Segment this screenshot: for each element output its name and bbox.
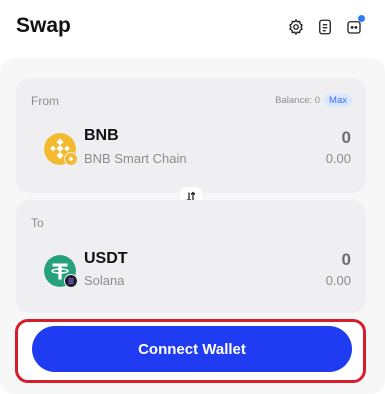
from-chain-name: BNB Smart Chain — [84, 151, 187, 166]
to-amount: 0 — [341, 250, 351, 269]
history-button[interactable] — [315, 17, 335, 37]
notification-dot — [358, 15, 365, 22]
header: Swap — [0, 0, 385, 56]
from-label: From — [31, 94, 59, 108]
settings-button[interactable] — [286, 17, 306, 37]
to-token-symbol[interactable]: USDT — [84, 250, 128, 268]
from-amount-input[interactable]: 0 — [342, 128, 351, 148]
max-button[interactable]: Max — [324, 94, 352, 107]
to-card[interactable]: To USDT Solana 0 0.00 — [16, 200, 366, 313]
to-chain-name: Solana — [84, 273, 125, 288]
gear-icon — [289, 18, 303, 36]
to-usd-value: 0.00 — [325, 273, 351, 288]
connect-wallet-button[interactable]: Connect Wallet — [32, 326, 352, 372]
to-label: To — [31, 216, 44, 230]
page-title: Swap — [16, 14, 71, 37]
from-token-symbol[interactable]: BNB — [84, 127, 119, 145]
solana-chain-badge-icon — [64, 274, 78, 288]
balance-info: Balance: 0 Max — [275, 94, 352, 107]
connect-wallet-highlight: Connect Wallet — [15, 319, 366, 383]
from-card[interactable]: From Balance: 0 Max BNB BNB Smart Chain … — [16, 78, 366, 193]
document-icon — [319, 19, 331, 35]
balance-text: Balance: 0 — [275, 95, 321, 106]
wallet-button[interactable] — [344, 15, 365, 37]
from-usd-value: 0.00 — [325, 151, 351, 166]
bnb-chain-badge-icon — [64, 152, 78, 166]
